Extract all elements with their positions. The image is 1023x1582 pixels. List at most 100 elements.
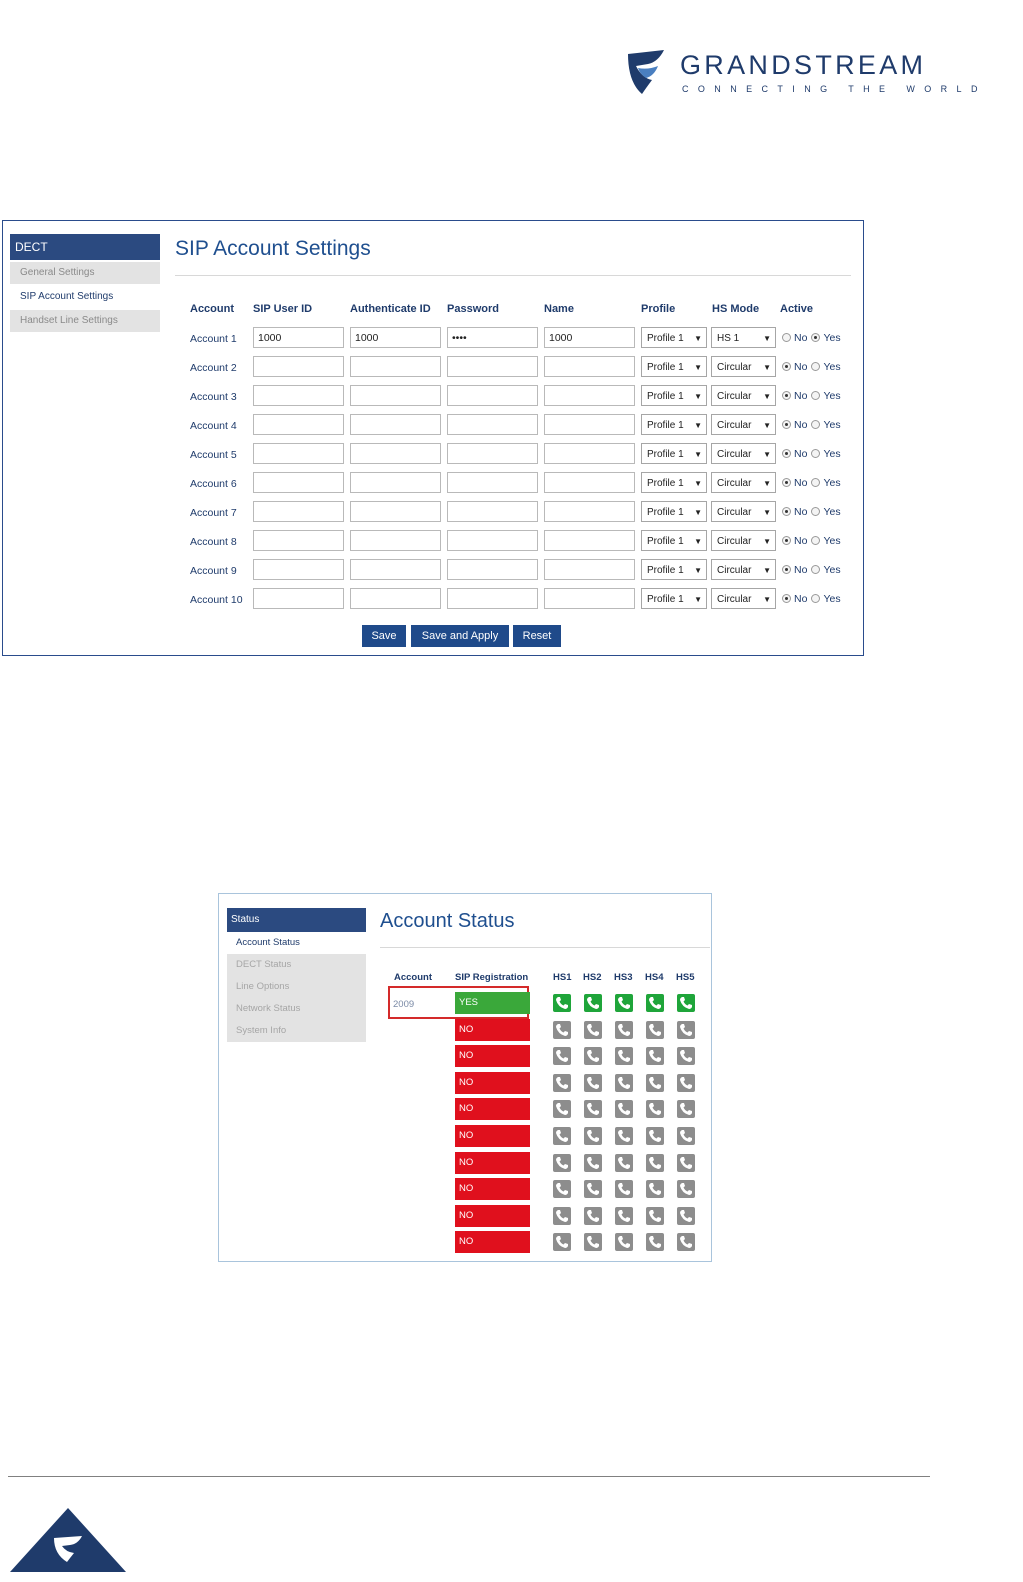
profile-select[interactable]: Profile 1 ▼ (641, 414, 707, 435)
hs-mode-select[interactable]: Circular ▼ (711, 385, 776, 406)
hs-mode-select[interactable]: Circular ▼ (711, 530, 776, 551)
column-header: Profile (641, 303, 676, 315)
profile-select[interactable]: Profile 1 ▼ (641, 559, 707, 580)
name-input[interactable] (544, 530, 635, 551)
active-no-radio[interactable] (782, 536, 791, 545)
handset-phone-icon (677, 1154, 695, 1172)
password-input[interactable] (447, 472, 538, 493)
profile-select[interactable]: Profile 1 ▼ (641, 327, 707, 348)
authenticate-id-input[interactable]: 1000 (350, 327, 441, 348)
hs-mode-select[interactable]: Circular ▼ (711, 501, 776, 522)
sidebar-item-account-status[interactable]: Account Status (227, 932, 366, 954)
active-no-radio[interactable] (782, 478, 791, 487)
active-no-radio[interactable] (782, 333, 791, 342)
profile-select[interactable]: Profile 1 ▼ (641, 356, 707, 377)
authenticate-id-input[interactable] (350, 559, 441, 580)
sidebar-item-general-settings[interactable]: General Settings (10, 262, 160, 284)
phone-icon (649, 1183, 661, 1195)
name-input[interactable]: 1000 (544, 327, 635, 348)
active-yes-radio[interactable] (811, 507, 821, 516)
active-yes-radio[interactable] (811, 478, 821, 487)
profile-select[interactable]: Profile 1 ▼ (641, 588, 707, 609)
profile-select[interactable]: Profile 1 ▼ (641, 385, 707, 406)
profile-select[interactable]: Profile 1 ▼ (641, 472, 707, 493)
active-yes-radio[interactable] (811, 449, 821, 458)
handset-phone-icon (677, 994, 695, 1012)
active-no-radio[interactable] (782, 449, 791, 458)
authenticate-id-input[interactable] (350, 356, 441, 377)
password-input[interactable] (447, 385, 538, 406)
active-yes-radio[interactable] (811, 594, 821, 603)
name-input[interactable] (544, 414, 635, 435)
authenticate-id-input[interactable] (350, 501, 441, 522)
name-input[interactable] (544, 472, 635, 493)
sip-user-id-input[interactable] (253, 414, 344, 435)
name-input[interactable] (544, 559, 635, 580)
profile-select[interactable]: Profile 1 ▼ (641, 530, 707, 551)
active-yes-radio[interactable] (811, 362, 821, 371)
phone-icon (680, 1130, 692, 1142)
password-input[interactable] (447, 588, 538, 609)
password-input[interactable] (447, 356, 538, 377)
sip-user-id-input[interactable] (253, 385, 344, 406)
hs-mode-select[interactable]: Circular ▼ (711, 443, 776, 464)
sip-user-id-input[interactable] (253, 472, 344, 493)
authenticate-id-input[interactable] (350, 530, 441, 551)
active-yes-radio[interactable] (811, 536, 821, 545)
active-yes-radio[interactable] (811, 391, 821, 400)
active-no-radio[interactable] (782, 594, 791, 603)
name-input[interactable] (544, 501, 635, 522)
sidebar-item-line-options[interactable]: Line Options (227, 976, 366, 998)
name-input[interactable] (544, 443, 635, 464)
active-yes-radio[interactable] (811, 565, 821, 574)
active-no-radio[interactable] (782, 507, 791, 516)
hs-mode-select[interactable]: Circular ▼ (711, 472, 776, 493)
sidebar-item-handset-line-settings[interactable]: Handset Line Settings (10, 310, 160, 332)
authenticate-id-input[interactable] (350, 414, 441, 435)
password-input[interactable]: •••• (447, 327, 538, 348)
profile-select[interactable]: Profile 1 ▼ (641, 501, 707, 522)
sip-user-id-input[interactable]: 1000 (253, 327, 344, 348)
name-input[interactable] (544, 588, 635, 609)
name-input[interactable] (544, 356, 635, 377)
active-yes-radio[interactable] (811, 333, 821, 342)
active-no-radio[interactable] (782, 391, 791, 400)
password-input[interactable] (447, 443, 538, 464)
sip-user-id-input[interactable] (253, 356, 344, 377)
active-yes-radio[interactable] (811, 420, 821, 429)
save-and-apply-button[interactable]: Save and Apply (411, 625, 509, 647)
sip-user-id-input[interactable] (253, 501, 344, 522)
active-no-radio[interactable] (782, 565, 791, 574)
active-no-radio[interactable] (782, 420, 791, 429)
hs-mode-select[interactable]: Circular ▼ (711, 414, 776, 435)
sidebar-item-system-info[interactable]: System Info (227, 1020, 366, 1042)
hs-mode-select[interactable]: Circular ▼ (711, 356, 776, 377)
save-button[interactable]: Save (362, 625, 406, 647)
hs-mode-select[interactable]: Circular ▼ (711, 588, 776, 609)
authenticate-id-input[interactable] (350, 588, 441, 609)
sidebar-header[interactable]: DECT (10, 234, 160, 260)
password-input[interactable] (447, 530, 538, 551)
password-input[interactable] (447, 559, 538, 580)
authenticate-id-input[interactable] (350, 385, 441, 406)
authenticate-id-input[interactable] (350, 472, 441, 493)
password-input[interactable] (447, 501, 538, 522)
sidebar-item-sip-account-settings[interactable]: SIP Account Settings (10, 286, 160, 308)
authenticate-id-input[interactable] (350, 443, 441, 464)
sip-user-id-input[interactable] (253, 588, 344, 609)
sidebar-item-dect-status[interactable]: DECT Status (227, 954, 366, 976)
name-input[interactable] (544, 385, 635, 406)
status-sidebar-header[interactable]: Status (227, 908, 366, 932)
active-no-radio[interactable] (782, 362, 791, 371)
sidebar-item-network-status[interactable]: Network Status (227, 998, 366, 1020)
sip-user-id-input[interactable] (253, 443, 344, 464)
status-page-title: Account Status (380, 910, 515, 932)
hs-mode-select[interactable]: HS 1 ▼ (711, 327, 776, 348)
sip-user-id-input[interactable] (253, 530, 344, 551)
reset-button[interactable]: Reset (513, 625, 561, 647)
sip-user-id-input[interactable] (253, 559, 344, 580)
password-input[interactable] (447, 414, 538, 435)
hs-mode-select[interactable]: Circular ▼ (711, 559, 776, 580)
profile-select[interactable]: Profile 1 ▼ (641, 443, 707, 464)
chevron-down-icon: ▼ (694, 421, 702, 430)
